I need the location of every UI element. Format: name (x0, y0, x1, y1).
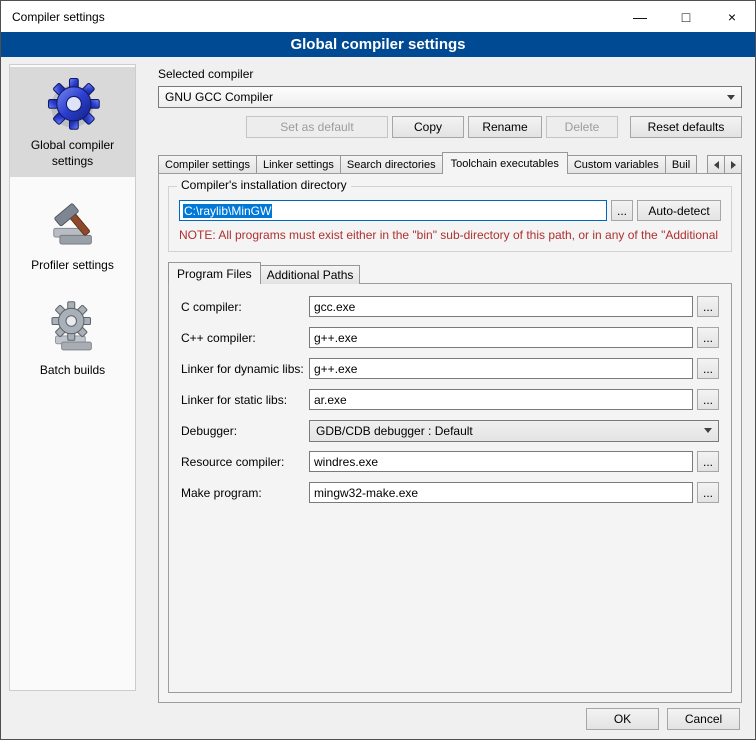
titlebar: Compiler settings — □ × (1, 1, 755, 32)
compiler-select[interactable]: GNU GCC Compiler (158, 86, 742, 108)
cpp-compiler-browse-button[interactable]: ... (697, 327, 719, 348)
set-as-default-button[interactable]: Set as default (246, 116, 388, 138)
rename-button[interactable]: Rename (468, 116, 542, 138)
tab-scroll-right-icon[interactable] (724, 155, 742, 174)
make-program-label: Make program: (181, 486, 309, 500)
make-program-browse-button[interactable]: ... (697, 482, 719, 503)
tab-build-options[interactable]: Buil (665, 155, 697, 174)
close-button[interactable]: × (709, 1, 755, 32)
debugger-select[interactable]: GDB/CDB debugger : Default (309, 420, 719, 442)
window-title: Compiler settings (1, 10, 105, 24)
tab-custom-variables[interactable]: Custom variables (567, 155, 666, 174)
settings-category-list: Global compiler settings Profiler settin… (9, 64, 136, 691)
resource-compiler-row: Resource compiler: ... (181, 451, 719, 472)
subtab-program-files[interactable]: Program Files (168, 262, 261, 284)
ok-button[interactable]: OK (586, 708, 659, 730)
installation-directory-group: Compiler's installation directory C:\ray… (168, 186, 732, 252)
tab-scroll-left-icon[interactable] (707, 155, 725, 174)
tab-linker-settings[interactable]: Linker settings (256, 155, 341, 174)
tab-scroll-buttons (708, 155, 742, 174)
resource-compiler-browse-button[interactable]: ... (697, 451, 719, 472)
static-linker-input[interactable] (309, 389, 693, 410)
cpp-compiler-label: C++ compiler: (181, 331, 309, 345)
subtab-additional-paths[interactable]: Additional Paths (260, 265, 361, 284)
sidebar-item-profiler-settings[interactable]: Profiler settings (10, 187, 135, 282)
sidebar-item-label: Batch builds (40, 363, 105, 379)
chevron-down-icon (699, 422, 717, 440)
main-panel: Selected compiler GNU GCC Compiler Set a… (158, 63, 742, 703)
resource-compiler-input[interactable] (309, 451, 693, 472)
tab-search-directories[interactable]: Search directories (340, 155, 443, 174)
page-title: Global compiler settings (1, 32, 755, 57)
c-compiler-input[interactable] (309, 296, 693, 317)
gear-icon (44, 75, 102, 131)
compiler-settings-window: Compiler settings — □ × Global compiler … (0, 0, 756, 740)
dynamic-linker-browse-button[interactable]: ... (697, 358, 719, 379)
installation-note: NOTE: All programs must exist either in … (179, 228, 731, 242)
hammer-icon (45, 195, 101, 251)
compiler-select-value: GNU GCC Compiler (165, 90, 273, 104)
make-program-input[interactable] (309, 482, 693, 503)
cancel-button[interactable]: Cancel (667, 708, 740, 730)
installation-directory-group-label: Compiler's installation directory (177, 178, 351, 192)
debugger-select-value: GDB/CDB debugger : Default (316, 424, 473, 438)
settings-tabstrip: Compiler settings Linker settings Search… (158, 152, 742, 174)
installation-directory-value: C:\raylib\MinGW (183, 204, 272, 218)
tab-compiler-settings[interactable]: Compiler settings (158, 155, 257, 174)
reset-defaults-button[interactable]: Reset defaults (630, 116, 742, 138)
dialog-footer: OK Cancel (586, 708, 740, 730)
make-program-row: Make program: ... (181, 482, 719, 503)
sidebar-item-batch-builds[interactable]: Batch builds (10, 292, 135, 387)
debugger-label: Debugger: (181, 424, 309, 438)
auto-detect-button[interactable]: Auto-detect (637, 200, 721, 221)
selected-compiler-label: Selected compiler (158, 67, 742, 81)
dynamic-linker-input[interactable] (309, 358, 693, 379)
minimize-button[interactable]: — (617, 1, 663, 32)
c-compiler-browse-button[interactable]: ... (697, 296, 719, 317)
copy-button[interactable]: Copy (392, 116, 464, 138)
delete-button[interactable]: Delete (546, 116, 618, 138)
executables-subtabs: Program Files Additional Paths (168, 262, 359, 284)
window-controls: — □ × (617, 1, 755, 32)
static-linker-browse-button[interactable]: ... (697, 389, 719, 410)
sidebar-item-global-compiler-settings[interactable]: Global compiler settings (10, 67, 135, 177)
cpp-compiler-row: C++ compiler: ... (181, 327, 719, 348)
tab-toolchain-executables[interactable]: Toolchain executables (442, 152, 568, 174)
static-linker-row: Linker for static libs: ... (181, 389, 719, 410)
installation-directory-browse-button[interactable]: ... (611, 200, 633, 221)
sidebar-item-label: Global compiler settings (13, 138, 132, 169)
resource-compiler-label: Resource compiler: (181, 455, 309, 469)
dynamic-linker-row: Linker for dynamic libs: ... (181, 358, 719, 379)
installation-directory-row: C:\raylib\MinGW ... Auto-detect (179, 200, 721, 221)
c-compiler-row: C compiler: ... (181, 296, 719, 317)
compiler-actions: Set as default Copy Rename Delete Reset … (158, 116, 742, 138)
program-files-page: C compiler: ... C++ compiler: ... Linker… (168, 283, 732, 693)
maximize-button[interactable]: □ (663, 1, 709, 32)
tabs-scroll-area: Compiler settings Linker settings Search… (158, 152, 704, 174)
static-linker-label: Linker for static libs: (181, 393, 309, 407)
debugger-row: Debugger: GDB/CDB debugger : Default (181, 420, 719, 441)
installation-directory-input[interactable]: C:\raylib\MinGW (179, 200, 607, 221)
cpp-compiler-input[interactable] (309, 327, 693, 348)
c-compiler-label: C compiler: (181, 300, 309, 314)
sidebar-item-label: Profiler settings (31, 258, 114, 274)
gears-icon (45, 300, 101, 356)
chevron-down-icon (722, 88, 740, 106)
toolchain-executables-page: Compiler's installation directory C:\ray… (158, 173, 742, 703)
dynamic-linker-label: Linker for dynamic libs: (181, 362, 309, 376)
